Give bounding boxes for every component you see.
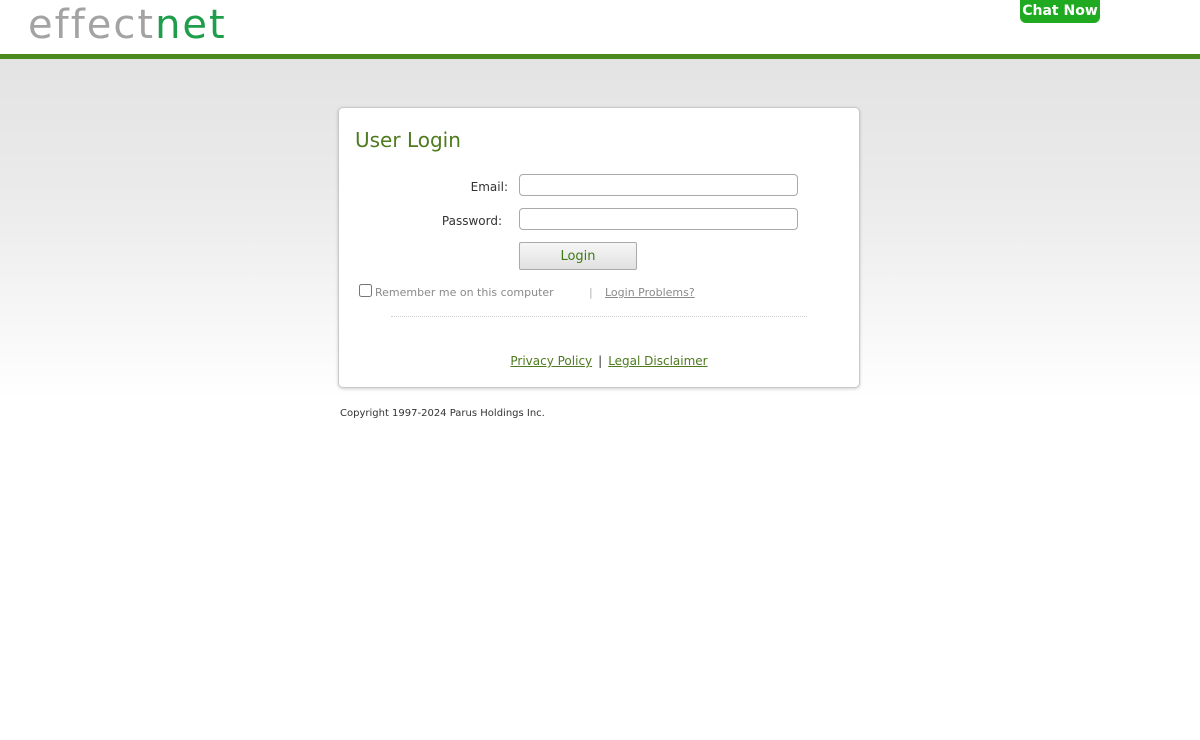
footer-links: Privacy Policy | Legal Disclaimer [339, 354, 879, 368]
logo-text-effect: effect [28, 2, 156, 48]
login-title: User Login [355, 128, 461, 152]
login-problems-link[interactable]: Login Problems? [605, 286, 695, 299]
password-label: Password: [441, 214, 502, 228]
password-input[interactable] [519, 208, 798, 230]
privacy-policy-link[interactable]: Privacy Policy [510, 354, 592, 368]
login-panel: User Login Email: Password: Login Rememb… [338, 107, 860, 388]
footer-separator: | [598, 354, 603, 368]
email-label: Email: [470, 180, 508, 194]
chat-now-button[interactable]: Chat Now [1020, 0, 1100, 23]
effectnet-logo[interactable]: effectnet [28, 2, 227, 48]
header: effectnet Chat Now [0, 0, 1200, 54]
remember-me-label[interactable]: Remember me on this computer [375, 286, 554, 299]
remember-separator: | [589, 286, 593, 299]
copyright-text: Copyright 1997-2024 Parus Holdings Inc. [340, 408, 545, 419]
dotted-divider [391, 316, 807, 317]
login-button[interactable]: Login [519, 242, 637, 270]
remember-me-checkbox[interactable] [359, 284, 372, 297]
remember-row: Remember me on this computer | Login Pro… [359, 284, 839, 304]
logo-text-net: net [155, 2, 227, 48]
legal-disclaimer-link[interactable]: Legal Disclaimer [608, 354, 707, 368]
email-input[interactable] [519, 174, 798, 196]
